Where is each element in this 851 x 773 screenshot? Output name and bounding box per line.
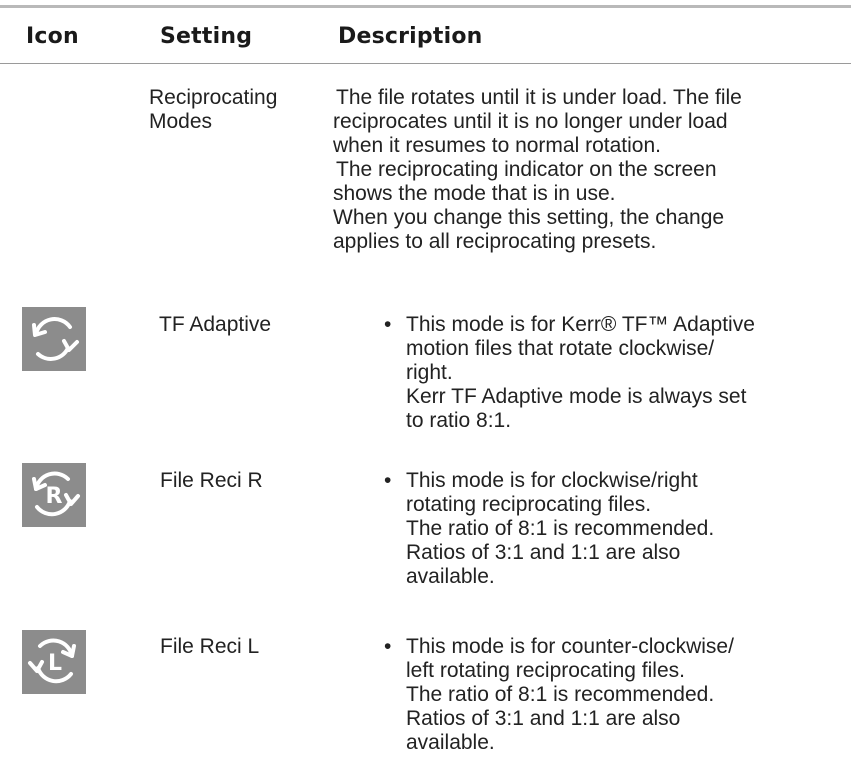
description-line: When you change this setting, the change — [333, 206, 725, 229]
description-file-reci-r: This mode is for clockwise/right rotatin… — [406, 469, 714, 589]
column-header-icon: Icon — [26, 24, 79, 49]
setting-line: File Reci R — [160, 469, 263, 492]
description-line: This mode is for counter-clockwise/ — [406, 635, 734, 658]
icon-letter: R — [46, 484, 63, 509]
setting-line: Reciprocating — [149, 86, 278, 109]
description-line: available. — [406, 565, 495, 588]
setting-line: TF Adaptive — [159, 313, 272, 336]
header-rule — [0, 63, 851, 64]
description-line: The ratio of 8:1 is recommended. — [406, 517, 715, 540]
setting-tf-adaptive: TF Adaptive — [159, 313, 271, 337]
setting-line: Modes — [149, 110, 213, 133]
reciprocate-right-icon: R — [22, 463, 86, 527]
icon-letter: L — [48, 651, 62, 676]
description-line: rotating reciprocating files. — [406, 493, 652, 516]
reciprocate-left-icon: L — [22, 630, 86, 694]
description-line: to ratio 8:1. — [406, 409, 512, 432]
column-header-setting: Setting — [160, 24, 253, 49]
rotate-clockwise-icon — [22, 307, 86, 371]
bullet: • — [384, 635, 392, 658]
description-tf-adaptive: This mode is for Kerr® TF™ Adaptive moti… — [406, 313, 755, 433]
description-line: motion files that rotate clockwise/ — [406, 337, 715, 360]
column-header-description: Description — [338, 24, 483, 49]
description-line: right. — [406, 361, 453, 384]
description-line: This mode is for clockwise/right — [406, 469, 698, 492]
description-line: Ratios of 3:1 and 1:1 are also — [406, 541, 681, 564]
description-line: The ratio of 8:1 is recommended. — [406, 683, 715, 706]
description-line: available. — [406, 731, 495, 754]
description-line: This mode is for Kerr® TF™ Adaptive — [406, 313, 755, 336]
setting-line: File Reci L — [160, 635, 260, 658]
description-file-reci-l: This mode is for counter-clockwise/ left… — [406, 635, 734, 755]
description-line: shows the mode that is in use. — [333, 182, 616, 205]
description-reciprocating-modes: The file rotates until it is under load.… — [333, 86, 742, 254]
setting-reciprocating-modes: Reciprocating Modes — [149, 86, 277, 134]
setting-file-reci-r: File Reci R — [160, 469, 263, 493]
description-line: applies to all reciprocating presets. — [333, 230, 657, 253]
bullet: • — [384, 313, 392, 336]
description-line: left rotating reciprocating files. — [406, 659, 685, 682]
description-line: The file rotates until it is under load.… — [336, 86, 742, 109]
description-line: The reciprocating indicator on the scree… — [336, 158, 717, 181]
description-line: Kerr TF Adaptive mode is always set — [406, 385, 747, 408]
description-line: Ratios of 3:1 and 1:1 are also — [406, 707, 681, 730]
setting-file-reci-l: File Reci L — [160, 635, 259, 659]
description-line: reciprocates until it is no longer under… — [333, 110, 728, 133]
bullet: • — [384, 469, 392, 492]
description-line: when it resumes to normal rotation. — [333, 134, 661, 157]
table-top-rule — [0, 5, 851, 8]
